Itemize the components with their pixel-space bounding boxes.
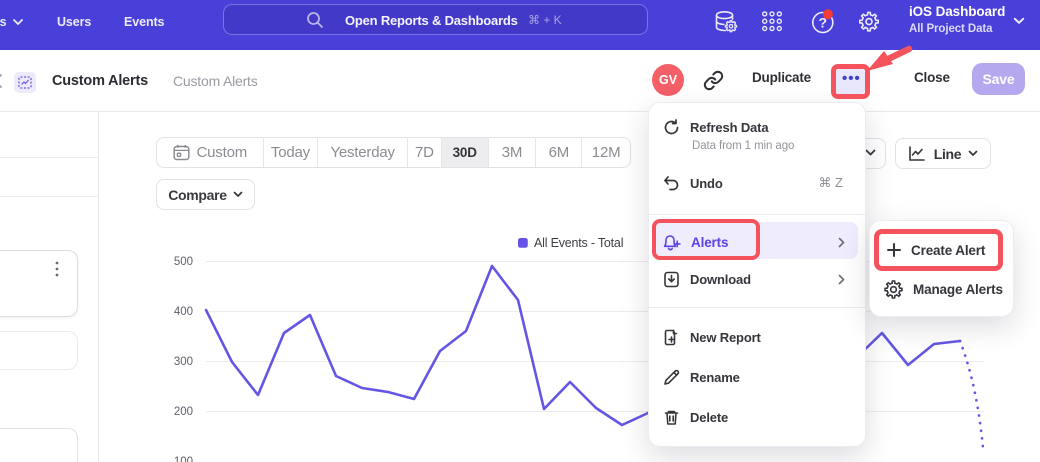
svg-text:300: 300 bbox=[174, 356, 193, 368]
svg-text:100: 100 bbox=[174, 456, 193, 462]
svg-text:400: 400 bbox=[174, 306, 193, 318]
svg-text:All Events - Total: All Events - Total bbox=[534, 236, 623, 250]
svg-text:500: 500 bbox=[174, 256, 193, 268]
svg-text:200: 200 bbox=[174, 406, 193, 418]
